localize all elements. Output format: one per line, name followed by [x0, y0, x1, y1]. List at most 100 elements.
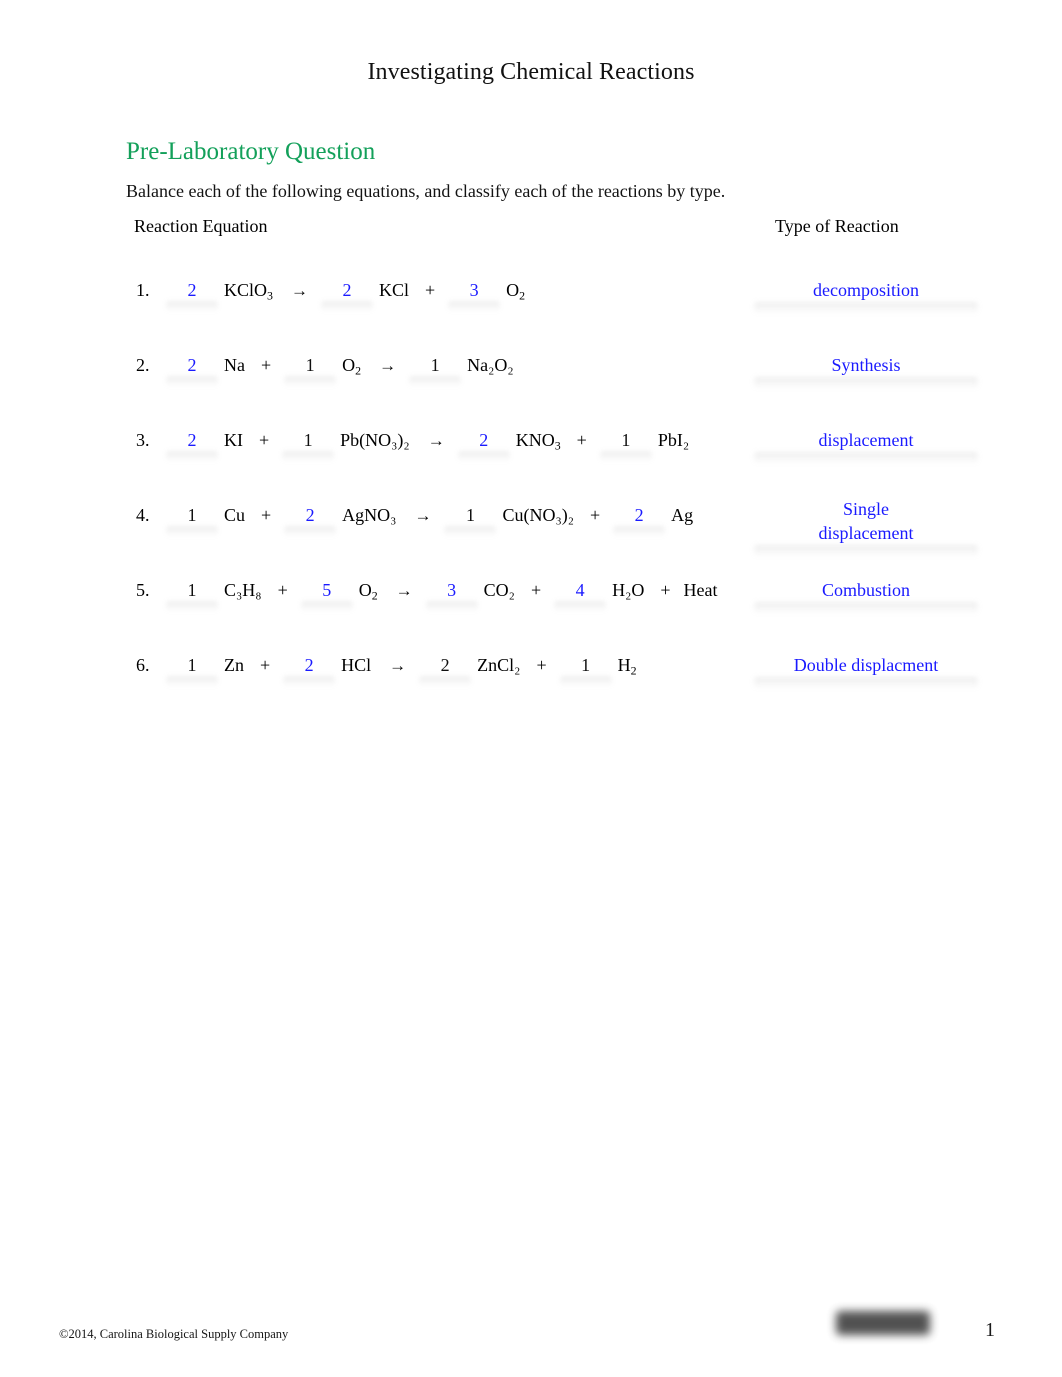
species-formula: H — [617, 655, 631, 675]
answer-blank-line — [754, 302, 978, 314]
reaction-rows: 1. 2 KClO3 → 2 KCl +3 O2 decomposition 2. 2 Na +1 O2 →… — [0, 264, 1062, 714]
reaction-type-line: displacement — [818, 523, 914, 543]
reaction-type-answer[interactable]: Double displacment — [752, 653, 980, 689]
chemical-species: O2 — [359, 578, 378, 602]
reaction-arrow-icon: → — [414, 506, 432, 525]
row-number: 4. — [136, 505, 150, 525]
plus-operator: + — [259, 430, 270, 450]
reaction-type-answer[interactable]: displacement — [752, 428, 980, 464]
table-row: 5. 1 C₃H₈ +5 O2 → 3 CO₂ +4 H₂O + Heat Combustion — [0, 564, 1062, 639]
reaction-equation: 1. 2 KClO3 → 2 KCl +3 O2 — [136, 278, 539, 303]
coefficient-blank[interactable]: 2 — [283, 653, 335, 677]
plus-operator: + — [424, 280, 436, 300]
reaction-equation: 2. 2 Na +1 O2 → 1 Na₂O₂ — [136, 353, 528, 378]
chemical-species: Cu(NO₃)₂ — [502, 505, 574, 525]
coefficient-blank[interactable]: 2 — [613, 503, 665, 527]
species-formula: O — [358, 580, 372, 600]
chemical-species: H₂O — [612, 580, 645, 600]
coefficient-blank[interactable]: 5 — [301, 578, 353, 602]
table-row: 2. 2 Na +1 O2 → 1 Na₂O₂ Synthesis — [0, 339, 1062, 414]
coefficient-blank[interactable]: 1 — [444, 503, 496, 527]
species-subscript: 2 — [630, 663, 637, 678]
plus-operator: + — [261, 505, 272, 525]
row-number: 2. — [136, 355, 150, 375]
reaction-type-answer[interactable]: decomposition — [752, 278, 980, 314]
chemical-species: CO₂ — [483, 580, 515, 600]
species-formula: O — [506, 280, 520, 300]
chemical-species: Zn — [224, 655, 244, 675]
plus-operator: + — [576, 430, 587, 450]
reaction-type-line: Synthesis — [831, 355, 901, 375]
document-page: Investigating Chemical Reactions Pre-Lab… — [0, 0, 1062, 1377]
coefficient-blank[interactable]: 1 — [284, 353, 336, 377]
footer-copyright: ©2014, Carolina Biological Supply Compan… — [59, 1327, 289, 1341]
chemical-species: KNO3 — [516, 428, 561, 452]
answer-blank-line — [754, 602, 978, 614]
reaction-type-answer[interactable]: Single displacement — [752, 497, 980, 557]
reaction-type-answer[interactable]: Combustion — [752, 578, 980, 614]
chemical-species: KI — [224, 430, 243, 450]
reaction-equation: 6. 1 Zn +2 HCl → 2 ZnCl₂ +1 H2 — [136, 653, 651, 678]
species-subscript: 3 — [554, 438, 561, 453]
species-subscript: 2 — [371, 588, 378, 603]
plus-operator: + — [261, 355, 272, 375]
row-number: 3. — [136, 430, 150, 450]
reaction-type-line: Single — [842, 499, 889, 519]
answer-blank-line — [754, 377, 978, 389]
coefficient-blank[interactable]: 2 — [419, 653, 471, 677]
reaction-type-answer[interactable]: Synthesis — [752, 353, 980, 389]
section-heading: Pre-Laboratory Question — [126, 138, 376, 165]
plus-operator: + — [536, 655, 547, 675]
table-row: 1. 2 KClO3 → 2 KCl +3 O2 decomposition — [0, 264, 1062, 339]
plus-operator: + — [260, 655, 271, 675]
reaction-arrow-icon: → — [395, 581, 413, 600]
chemical-species: PbI₂ — [657, 430, 690, 450]
answer-blank-line — [754, 545, 978, 557]
coefficient-blank[interactable]: 1 — [600, 428, 652, 452]
coefficient-blank[interactable]: 2 — [321, 278, 373, 302]
reaction-type-line: Combustion — [821, 580, 910, 600]
coefficient-blank[interactable]: 1 — [166, 578, 218, 602]
chemical-species: HCl — [341, 655, 372, 675]
coefficient-blank[interactable]: 1 — [282, 428, 334, 452]
column-header-reaction-equation: Reaction Equation — [134, 216, 268, 236]
coefficient-blank[interactable]: 2 — [284, 503, 336, 527]
reaction-arrow-icon: → — [290, 281, 308, 300]
chemical-species: C₃H₈ — [224, 580, 262, 600]
row-number: 1. — [136, 280, 150, 300]
table-row: 3. 2 KI +1 Pb(NO₃)₂ → 2 KNO3 +1 PbI₂ displacement — [0, 414, 1062, 489]
species-subscript: 2 — [355, 363, 362, 378]
row-number: 6. — [136, 655, 150, 675]
plus-operator: + — [277, 580, 288, 600]
plus-operator: + — [590, 505, 601, 525]
plus-operator: + — [660, 580, 671, 600]
redaction-block — [836, 1311, 930, 1335]
coefficient-blank[interactable]: 1 — [409, 353, 461, 377]
chemical-species: AgNO₃ — [342, 505, 397, 525]
coefficient-blank[interactable]: 1 — [166, 503, 218, 527]
coefficient-blank[interactable]: 2 — [458, 428, 510, 452]
chemical-species: KCl — [378, 280, 409, 300]
answer-blank-line — [754, 452, 978, 464]
page-title: Investigating Chemical Reactions — [367, 59, 695, 85]
chemical-species: ZnCl₂ — [477, 655, 521, 675]
coefficient-blank[interactable]: 2 — [166, 353, 218, 377]
reaction-arrow-icon: → — [389, 656, 407, 675]
reaction-type-line: Double displacment — [793, 655, 939, 675]
coefficient-blank[interactable]: 1 — [560, 653, 612, 677]
coefficient-blank[interactable]: 2 — [166, 428, 218, 452]
coefficient-blank[interactable]: 3 — [448, 278, 500, 302]
species-formula: O — [342, 355, 356, 375]
table-row: 4. 1 Cu +2 AgNO₃ → 1 Cu(NO₃)₂ +2 Ag Single displace… — [0, 489, 1062, 564]
instruction-text: Balance each of the following equations,… — [126, 181, 726, 201]
answer-blank-line — [754, 677, 978, 689]
coefficient-blank[interactable]: 4 — [554, 578, 606, 602]
reaction-type-line: decomposition — [813, 280, 919, 300]
species-subscript: 3 — [267, 288, 273, 303]
reaction-arrow-icon: → — [427, 431, 445, 450]
coefficient-blank[interactable]: 3 — [426, 578, 478, 602]
coefficient-blank[interactable]: 2 — [166, 278, 218, 302]
coefficient-blank[interactable]: 1 — [166, 653, 218, 677]
chemical-species: Cu — [224, 505, 246, 525]
row-number: 5. — [136, 580, 150, 600]
